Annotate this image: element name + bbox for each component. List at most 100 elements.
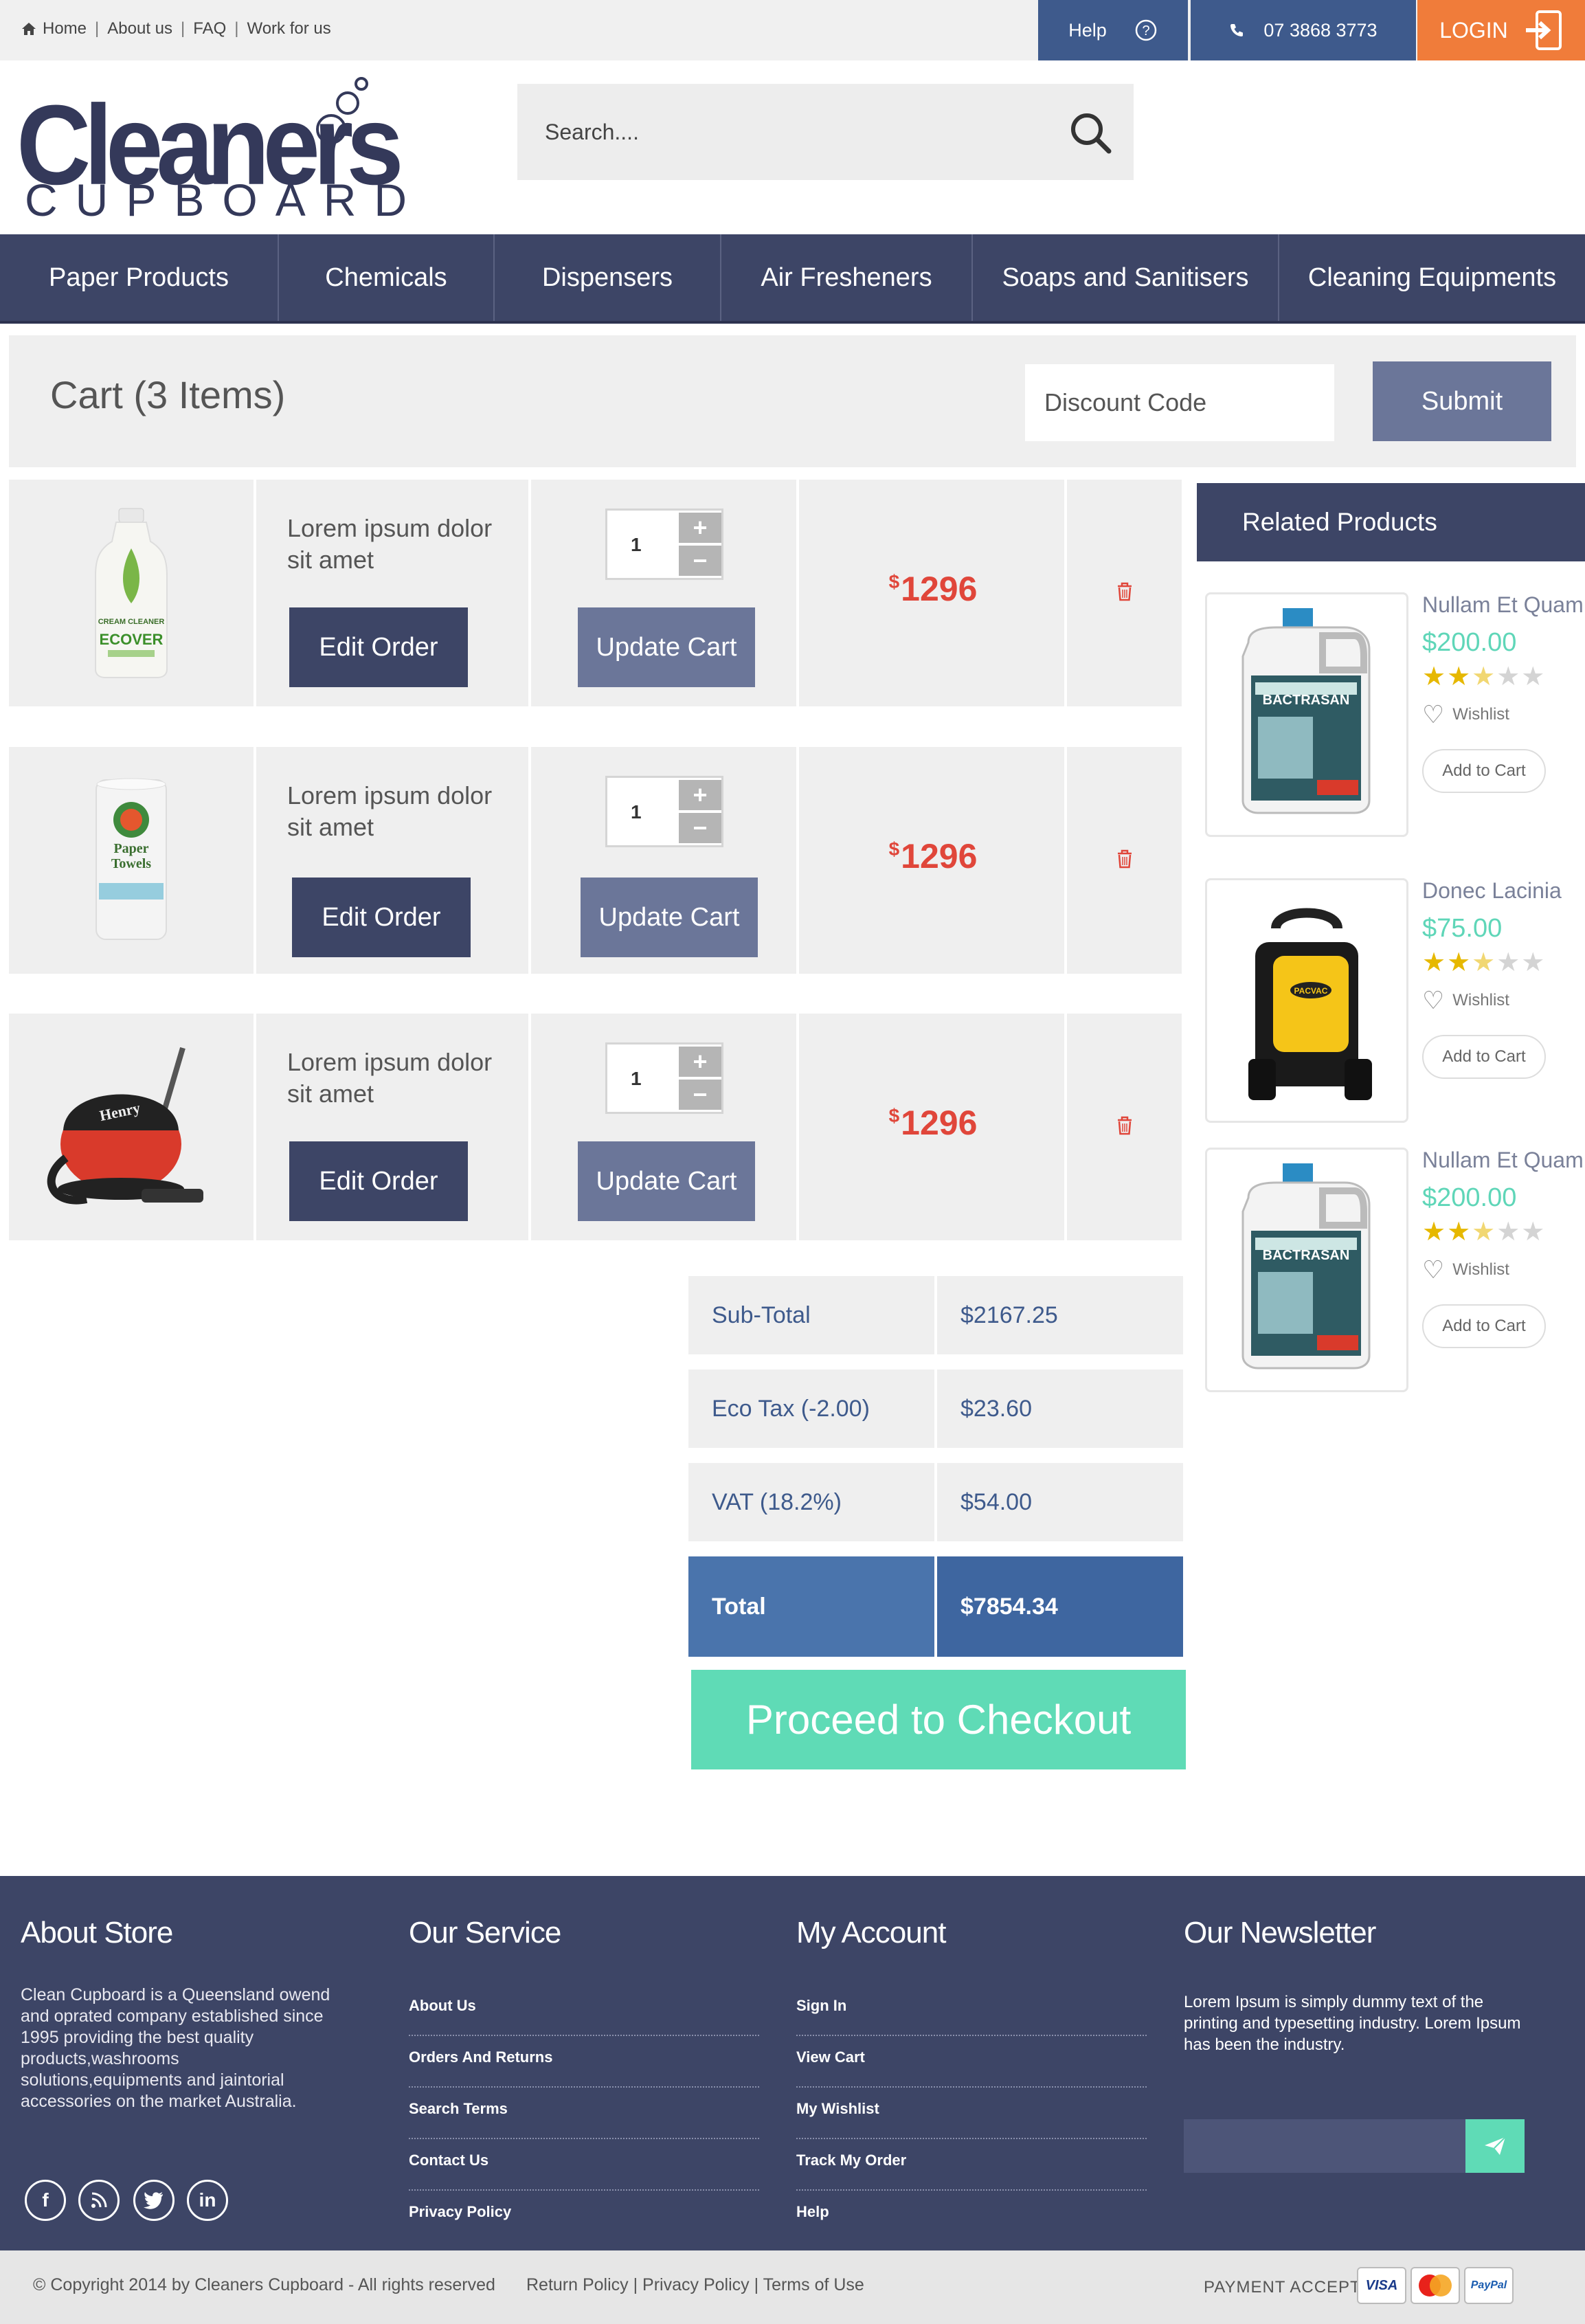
footer-link-help[interactable]: Help xyxy=(796,2191,1147,2242)
edit-order-button[interactable]: Edit Order xyxy=(289,1141,468,1221)
quantity-minus-button[interactable]: − xyxy=(679,546,721,576)
top-link-about[interactable]: About us xyxy=(107,19,172,38)
facebook-icon[interactable]: f xyxy=(25,2180,66,2221)
item-price: $1296 xyxy=(799,569,1067,609)
discount-code-input[interactable] xyxy=(1025,364,1334,441)
wishlist-label: Wishlist xyxy=(1452,991,1509,1009)
login-button[interactable]: LOGIN xyxy=(1417,0,1585,60)
footer-link-contact-us[interactable]: Contact Us xyxy=(409,2139,759,2191)
update-cart-button[interactable]: Update Cart xyxy=(581,878,758,957)
footer-link-orders-returns[interactable]: Orders And Returns xyxy=(409,2036,759,2088)
related-product-name[interactable]: Nullam Et Quam xyxy=(1422,1148,1584,1173)
search-icon[interactable] xyxy=(1068,110,1113,155)
linkedin-icon[interactable]: in xyxy=(187,2180,228,2221)
top-link-work[interactable]: Work for us xyxy=(247,19,330,38)
quantity-cell: 1 + − Update Cart xyxy=(531,1014,799,1240)
product-image-ecover: CREAM CLEANER ECOVER xyxy=(95,508,168,678)
remove-cell xyxy=(1067,1014,1182,1240)
quantity-stepper[interactable]: 1 + − xyxy=(605,509,723,580)
star-icon: ★★ xyxy=(1422,1218,1472,1247)
cart-row: Henry Lorem ipsum dolor sit amet Edit Or… xyxy=(9,1014,1182,1240)
wishlist-link[interactable]: ♡ Wishlist xyxy=(1422,702,1509,727)
quantity-plus-button[interactable]: + xyxy=(679,513,721,543)
footer-link-track-order[interactable]: Track My Order xyxy=(796,2139,1147,2191)
quantity-stepper[interactable]: 1 + − xyxy=(605,1042,723,1114)
nav-item-chemicals[interactable]: Chemicals xyxy=(279,234,495,321)
update-cart-button[interactable]: Update Cart xyxy=(578,1141,755,1221)
product-info-cell: Lorem ipsum dolor sit amet Edit Order xyxy=(256,747,531,974)
product-image-bactrasan: BACTRASAN xyxy=(1241,1163,1371,1370)
bubbles-icon xyxy=(316,77,368,144)
wishlist-link[interactable]: ♡ Wishlist xyxy=(1422,988,1509,1013)
trash-icon[interactable] xyxy=(1115,849,1134,869)
product-image-cell: CREAM CLEANER ECOVER xyxy=(9,480,256,706)
footer-link-about-us[interactable]: About Us xyxy=(409,1985,759,2036)
product-image-backpack-vacuum: PACVAC xyxy=(1248,908,1372,1100)
help-button[interactable]: Help ? xyxy=(1038,0,1188,60)
vat-label: VAT (18.2%) xyxy=(688,1463,934,1541)
quantity-value[interactable]: 1 xyxy=(631,801,642,823)
nav-item-soaps[interactable]: Soaps and Sanitisers xyxy=(973,234,1279,321)
search-box xyxy=(517,84,1134,180)
add-to-cart-button[interactable]: Add to Cart xyxy=(1422,1304,1546,1348)
top-link-faq[interactable]: FAQ xyxy=(193,19,226,38)
nav-item-dispensers[interactable]: Dispensers xyxy=(495,234,721,321)
footer-link-privacy-policy[interactable]: Privacy Policy xyxy=(409,2191,759,2242)
footer-link-search-terms[interactable]: Search Terms xyxy=(409,2088,759,2139)
phone-number: 07 3868 3773 xyxy=(1263,19,1378,41)
checkout-button[interactable]: Proceed to Checkout xyxy=(691,1670,1186,1769)
quantity-stepper[interactable]: 1 + − xyxy=(605,776,723,847)
phone-icon xyxy=(1230,24,1244,36)
nav-item-air-fresheners[interactable]: Air Fresheners xyxy=(721,234,973,321)
price-value: 1296 xyxy=(901,837,978,875)
footer-link-sign-in[interactable]: Sign In xyxy=(796,1985,1147,2036)
related-product-image[interactable]: BACTRASAN xyxy=(1205,1148,1408,1392)
quantity-value[interactable]: 1 xyxy=(631,534,642,556)
product-info-cell: Lorem ipsum dolor sit amet Edit Order xyxy=(256,480,531,706)
update-cart-button[interactable]: Update Cart xyxy=(578,607,755,687)
related-product-image[interactable]: PACVAC xyxy=(1205,878,1408,1123)
vat-value: $54.00 xyxy=(937,1463,1183,1541)
quantity-plus-button[interactable]: + xyxy=(679,780,721,810)
footer-link-my-wishlist[interactable]: My Wishlist xyxy=(796,2088,1147,2139)
nav-item-cleaning-equipments[interactable]: Cleaning Equipments xyxy=(1279,234,1585,321)
product-name: Lorem ipsum dolor sit amet xyxy=(287,781,493,841)
svg-text:BACTRASAN: BACTRASAN xyxy=(1263,693,1350,708)
quantity-plus-button[interactable]: + xyxy=(679,1047,721,1077)
add-to-cart-button[interactable]: Add to Cart xyxy=(1422,749,1546,793)
submit-button[interactable]: Submit xyxy=(1373,361,1551,441)
newsletter-send-button[interactable] xyxy=(1465,2119,1525,2173)
phone-button[interactable]: 07 3868 3773 xyxy=(1191,0,1416,60)
add-to-cart-button[interactable]: Add to Cart xyxy=(1422,1035,1546,1079)
nav-item-paper-products[interactable]: Paper Products xyxy=(0,234,279,321)
logo[interactable]: Cleaners CUPBOARD xyxy=(16,74,407,225)
rss-icon[interactable] xyxy=(78,2180,120,2221)
quantity-minus-button[interactable]: − xyxy=(679,1080,721,1110)
cart-header: Cart (3 Items) Submit xyxy=(9,335,1576,467)
product-image-cell: Paper Towels xyxy=(9,747,256,974)
eco-tax-label: Eco Tax (-2.00) xyxy=(688,1370,934,1448)
main-nav: Paper Products Chemicals Dispensers Air … xyxy=(0,234,1585,324)
related-product-image[interactable]: BACTRASAN xyxy=(1205,592,1408,837)
footer: About Store Clean Cupboard is a Queensla… xyxy=(0,1876,1585,2250)
edit-order-button[interactable]: Edit Order xyxy=(292,878,471,957)
related-product-price: $200.00 xyxy=(1422,1183,1517,1212)
related-product-name[interactable]: Nullam Et Quam xyxy=(1422,592,1584,618)
trash-icon[interactable] xyxy=(1115,1115,1134,1136)
trash-icon[interactable] xyxy=(1115,581,1134,602)
search-input[interactable] xyxy=(545,111,1026,153)
edit-order-button[interactable]: Edit Order xyxy=(289,607,468,687)
top-link-home[interactable]: Home xyxy=(43,19,87,38)
wishlist-link[interactable]: ♡ Wishlist xyxy=(1422,1258,1509,1282)
twitter-icon[interactable] xyxy=(133,2180,175,2221)
quantity-value[interactable]: 1 xyxy=(631,1068,642,1090)
policy-links[interactable]: Return Policy | Privacy Policy | Terms o… xyxy=(526,2275,864,2295)
footer-link-view-cart[interactable]: View Cart xyxy=(796,2036,1147,2088)
price-value: 1296 xyxy=(901,570,978,608)
related-product-name[interactable]: Donec Lacinia xyxy=(1422,878,1562,904)
quantity-minus-button[interactable]: − xyxy=(679,813,721,843)
heart-icon: ♡ xyxy=(1422,700,1445,728)
newsletter-email-input[interactable] xyxy=(1184,2119,1465,2173)
logo-sub: CUPBOARD xyxy=(25,175,425,225)
product-image-paper-towels: Paper Towels xyxy=(95,778,167,940)
